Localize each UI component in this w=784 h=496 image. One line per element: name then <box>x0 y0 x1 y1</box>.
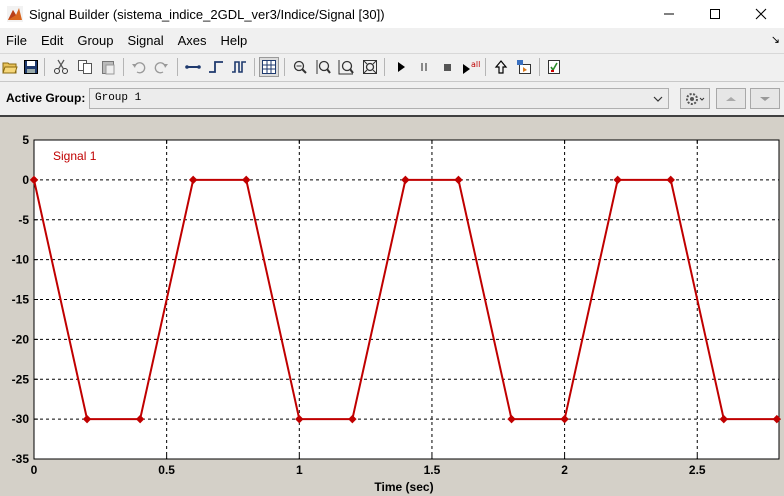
zoom-y-icon[interactable] <box>313 57 333 77</box>
menu-signal[interactable]: Signal <box>121 29 171 52</box>
matlab-signal-builder-icon <box>7 6 23 22</box>
close-button[interactable] <box>738 0 784 28</box>
move-group-down-button[interactable] <box>750 88 780 109</box>
show-block-icon[interactable] <box>514 57 534 77</box>
run-all-icon[interactable]: all <box>460 57 482 77</box>
open-icon[interactable] <box>0 57 20 77</box>
step-icon[interactable] <box>206 57 226 77</box>
active-group-label: Active Group: <box>6 91 86 105</box>
move-group-up-button[interactable] <box>716 88 746 109</box>
window-title: Signal Builder (sistema_indice_2GDL_ver3… <box>29 6 385 22</box>
signal-plot[interactable]: 0 0.5 1 1.5 2 2.5 5 0 -5 -10 -15 -20 -25 -30 -35 Time (… <box>0 117 784 496</box>
play-icon[interactable] <box>391 57 411 77</box>
active-group-value: Group 1 <box>95 92 142 104</box>
y-tick-label: 0 <box>22 173 29 187</box>
x-tick-label: 2 <box>561 463 568 477</box>
y-tick-label: -15 <box>12 293 30 307</box>
verification-icon[interactable] <box>544 57 564 77</box>
y-tick-label: 5 <box>22 133 29 147</box>
y-tick-label: -5 <box>18 213 29 227</box>
x-tick-label: 0.5 <box>158 463 175 477</box>
active-group-select[interactable]: Group 1 <box>89 88 669 109</box>
chevron-down-icon[interactable] <box>651 89 665 108</box>
copy-icon[interactable] <box>75 57 95 77</box>
cut-icon[interactable] <box>51 57 71 77</box>
menu-group[interactable]: Group <box>70 29 120 52</box>
zoom-x-icon[interactable] <box>290 57 310 77</box>
zoom-xy-icon[interactable] <box>336 57 356 77</box>
menu-help[interactable]: Help <box>214 29 255 52</box>
active-group-bar: Active Group: Group 1 <box>0 83 784 113</box>
y-tick-label: -25 <box>12 372 30 386</box>
maximize-button[interactable] <box>692 0 738 28</box>
constant-segment-icon[interactable] <box>183 57 203 77</box>
title-bar: Signal Builder (sistema_indice_2GDL_ver3… <box>0 0 784 28</box>
x-axis-label: Time (sec) <box>374 480 433 494</box>
toolbar: all <box>0 53 784 82</box>
menu-axes[interactable]: Axes <box>171 29 214 52</box>
redo-icon[interactable] <box>151 57 171 77</box>
stop-icon[interactable] <box>437 57 457 77</box>
fit-view-icon[interactable] <box>360 57 380 77</box>
y-tick-label: -10 <box>12 253 30 267</box>
y-tick-label: -30 <box>12 412 30 426</box>
grid-icon[interactable] <box>259 57 279 77</box>
signal-1-legend-label[interactable]: Signal 1 <box>53 149 97 163</box>
x-tick-label: 1.5 <box>424 463 441 477</box>
minimize-button[interactable] <box>646 0 692 28</box>
menu-bar: File Edit Group Signal Axes Help ↘ <box>0 29 784 52</box>
svg-text:all: all <box>471 60 480 69</box>
y-tick-label: -35 <box>12 452 30 466</box>
menu-edit[interactable]: Edit <box>34 29 70 52</box>
undo-icon[interactable] <box>129 57 149 77</box>
y-tick-label: -20 <box>12 332 30 346</box>
menu-file[interactable]: File <box>0 29 34 52</box>
pulse-icon[interactable] <box>229 57 249 77</box>
save-icon[interactable] <box>21 57 41 77</box>
dock-arrow-icon[interactable]: ↘ <box>771 33 780 46</box>
x-tick-label: 2.5 <box>689 463 706 477</box>
x-tick-label: 1 <box>296 463 303 477</box>
group-settings-button[interactable] <box>680 88 710 109</box>
move-up-icon[interactable] <box>491 57 511 77</box>
x-tick-label: 0 <box>31 463 38 477</box>
paste-icon[interactable] <box>98 57 118 77</box>
signal-plot-area: 0 0.5 1 1.5 2 2.5 5 0 -5 -10 -15 -20 -25 -30 -35 Time (… <box>0 115 784 496</box>
pause-icon[interactable] <box>414 57 434 77</box>
